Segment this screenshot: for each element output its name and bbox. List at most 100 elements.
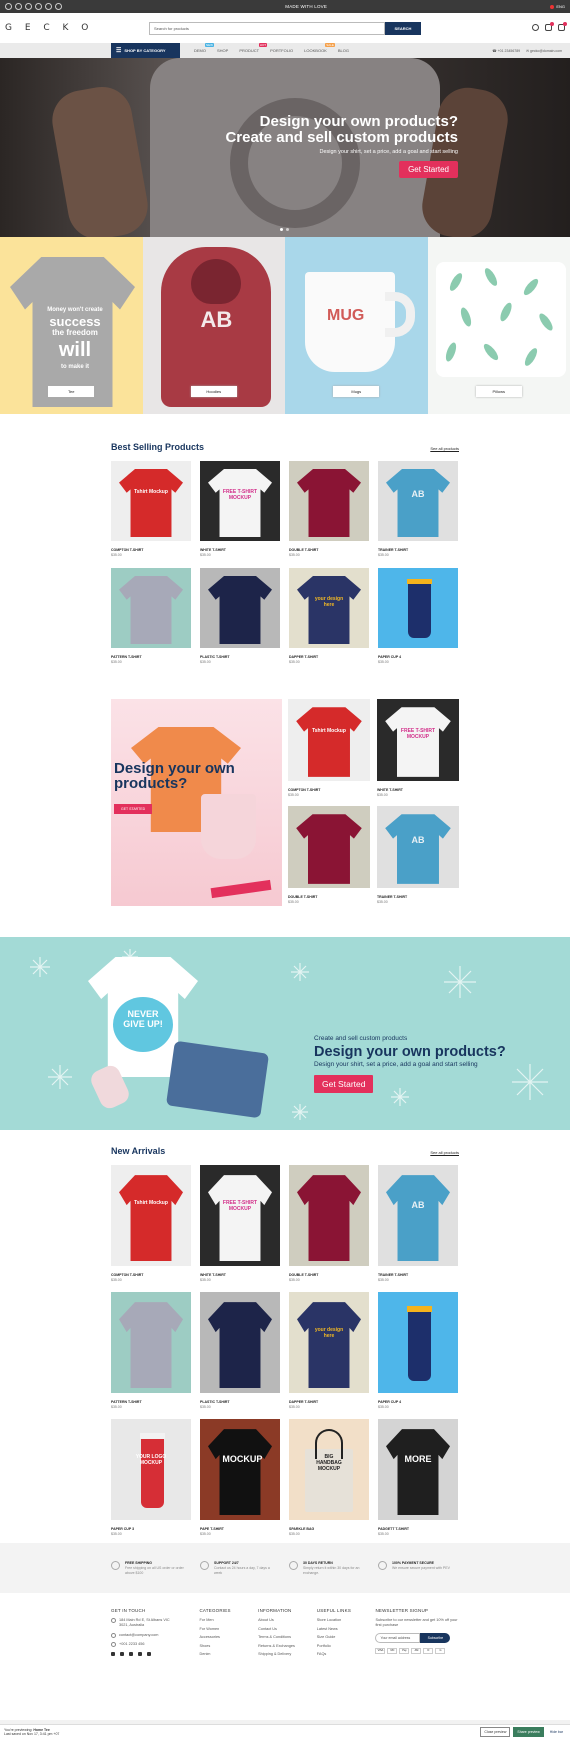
- product-image[interactable]: AB: [378, 461, 458, 541]
- footer-link[interactable]: Latest News: [317, 1627, 376, 1631]
- tumblr-icon[interactable]: [45, 3, 52, 10]
- product-card[interactable]: Tshirt Mockup COMPTON T-SHIRT $35.00: [288, 699, 370, 806]
- footer-link[interactable]: Portfolio: [317, 1644, 376, 1648]
- product-image[interactable]: BIG HANDBAG MOCKUP: [289, 1419, 369, 1520]
- category-card-pillows[interactable]: Pillows: [427, 237, 570, 414]
- category-label[interactable]: Mugs: [333, 386, 380, 397]
- nav-item-lookbook[interactable]: LOOKBOOK SALE: [304, 43, 335, 53]
- product-name[interactable]: PAPER CUP 3: [111, 1527, 191, 1531]
- product-image[interactable]: YOUR LOGO MOCKUP: [111, 1419, 191, 1520]
- product-card[interactable]: AB TRAINER T-SHIRT $35.00: [377, 806, 459, 913]
- category-label[interactable]: Pillows: [475, 386, 522, 397]
- product-image[interactable]: Tshirt Mockup: [111, 461, 191, 541]
- product-name[interactable]: PLASTIC T-SHIRT: [200, 1400, 280, 1404]
- product-image[interactable]: MORE: [378, 1419, 458, 1520]
- facebook-icon[interactable]: [111, 1651, 115, 1656]
- footer-link[interactable]: About Us: [258, 1618, 317, 1622]
- product-name[interactable]: PATTERN T-SHIRT: [111, 1400, 191, 1404]
- nav-item-blog[interactable]: BLOG: [338, 48, 349, 53]
- cart-icon[interactable]: [558, 22, 567, 31]
- product-card[interactable]: MORE PADGETT T-SHIRT $35.00: [378, 1419, 458, 1536]
- footer-email[interactable]: contact@company.com: [111, 1632, 199, 1638]
- product-name[interactable]: PAPER CUP 4: [378, 655, 458, 659]
- product-name[interactable]: DOUBLE T-SHIRT: [288, 895, 370, 899]
- product-name[interactable]: COMPTON T-SHIRT: [111, 548, 191, 552]
- product-card[interactable]: FREE T-SHIRT MOCKUP WHITE T-SHIRT $35.00: [200, 461, 280, 568]
- footer-link[interactable]: Terms & Conditions: [258, 1635, 317, 1639]
- product-name[interactable]: WHITE T-SHIRT: [200, 1273, 280, 1277]
- slider-dot[interactable]: [286, 228, 289, 231]
- search-button[interactable]: SEARCH: [385, 21, 421, 35]
- product-card[interactable]: FREE T-SHIRT MOCKUP WHITE T-SHIRT $35.00: [377, 699, 459, 806]
- product-card[interactable]: PAPER CUP 4 $35.00: [378, 568, 458, 675]
- nav-item-portfolio[interactable]: PORTFOLIO: [270, 48, 293, 53]
- category-card-hoodies[interactable]: AB Hoodies: [142, 237, 285, 414]
- product-name[interactable]: COMPTON T-SHIRT: [288, 788, 370, 792]
- youtube-icon[interactable]: [55, 3, 62, 10]
- product-name[interactable]: DOUBLE T-SHIRT: [289, 548, 369, 552]
- account-icon[interactable]: [532, 24, 539, 31]
- product-image[interactable]: [378, 1292, 458, 1393]
- twitter-icon[interactable]: [15, 3, 22, 10]
- product-name[interactable]: PAPE T-SHIRT: [200, 1527, 280, 1531]
- footer-link[interactable]: FAQs: [317, 1652, 376, 1656]
- instagram-icon[interactable]: [25, 3, 32, 10]
- product-card[interactable]: PAPER CUP 4 $35.00: [378, 1292, 458, 1409]
- product-name[interactable]: PATTERN T-SHIRT: [111, 655, 191, 659]
- category-card-mugs[interactable]: MUG Mugs: [285, 237, 428, 414]
- footer-link[interactable]: Contact Us: [258, 1627, 317, 1631]
- nav-item-product[interactable]: PRODUCT HOT: [239, 43, 268, 53]
- footer-link[interactable]: For Men: [199, 1618, 258, 1622]
- pinterest-icon[interactable]: [138, 1651, 142, 1656]
- product-card[interactable]: AB TRAINER T-SHIRT $35.00: [378, 461, 458, 568]
- promo-banner[interactable]: Design your own products? GET STARTED: [111, 699, 282, 906]
- product-image[interactable]: [289, 461, 369, 541]
- promo-get-started-button[interactable]: GET STARTED: [114, 804, 153, 814]
- footer-link[interactable]: Accessories: [199, 1635, 258, 1639]
- product-card[interactable]: your design here DAPPER T-SHIRT $35.00: [289, 1292, 369, 1409]
- product-name[interactable]: DAPPER T-SHIRT: [289, 1400, 369, 1404]
- product-card[interactable]: PLASTIC T-SHIRT $35.00: [200, 568, 280, 675]
- product-image[interactable]: Tshirt Mockup: [288, 699, 370, 781]
- pinterest-icon[interactable]: [35, 3, 42, 10]
- product-name[interactable]: DAPPER T-SHIRT: [289, 655, 369, 659]
- newsletter-email-input[interactable]: Your email address: [375, 1632, 421, 1643]
- product-card[interactable]: your design here DAPPER T-SHIRT $35.00: [289, 568, 369, 675]
- product-image[interactable]: Tshirt Mockup: [111, 1165, 191, 1266]
- close-preview-button[interactable]: Close preview: [480, 1727, 511, 1737]
- footer-link[interactable]: Returns & Exchanges: [258, 1644, 317, 1648]
- see-all-link[interactable]: See all products: [430, 1150, 459, 1155]
- footer-link[interactable]: Shoes: [199, 1644, 258, 1648]
- footer-link[interactable]: For Women: [199, 1627, 258, 1631]
- footer-link[interactable]: Shipping & Delivery: [258, 1652, 317, 1656]
- footer-link[interactable]: Size Guide: [317, 1635, 376, 1639]
- product-name[interactable]: PAPER CUP 4: [378, 1400, 458, 1404]
- product-image[interactable]: [288, 806, 370, 888]
- category-label[interactable]: Tee: [48, 386, 95, 397]
- product-image[interactable]: [378, 568, 458, 648]
- product-image[interactable]: your design here: [289, 568, 369, 648]
- product-card[interactable]: MOCKUP PAPE T-SHIRT $35.00: [200, 1419, 280, 1536]
- product-image[interactable]: FREE T-SHIRT MOCKUP: [200, 1165, 280, 1266]
- product-name[interactable]: PLASTIC T-SHIRT: [200, 655, 280, 659]
- youtube-icon[interactable]: [147, 1651, 151, 1656]
- share-preview-button[interactable]: Share preview: [513, 1727, 544, 1737]
- see-all-link[interactable]: See all products: [430, 446, 459, 451]
- footer-phone[interactable]: +001 2233 456: [111, 1642, 199, 1647]
- hide-bar-button[interactable]: Hide bar: [547, 1728, 566, 1736]
- product-name[interactable]: DOUBLE T-SHIRT: [289, 1273, 369, 1277]
- subscribe-button[interactable]: Subscribe: [420, 1632, 451, 1643]
- banner-get-started-button[interactable]: Get Started: [314, 1075, 374, 1093]
- slider-dot[interactable]: [280, 228, 283, 231]
- product-card[interactable]: YOUR LOGO MOCKUP PAPER CUP 3 $35.00: [111, 1419, 191, 1536]
- product-card[interactable]: PATTERN T-SHIRT $35.00: [111, 1292, 191, 1409]
- hero-get-started-button[interactable]: Get Started: [399, 161, 458, 178]
- footer-link[interactable]: Store Location: [317, 1618, 376, 1622]
- logo[interactable]: G E C K O: [5, 23, 145, 33]
- product-image[interactable]: [289, 1165, 369, 1266]
- search-input[interactable]: Search for products: [149, 21, 385, 35]
- category-card-tee[interactable]: Money won't create success the freedom w…: [0, 237, 143, 414]
- product-name[interactable]: TRAINER T-SHIRT: [377, 895, 459, 899]
- product-image[interactable]: FREE T-SHIRT MOCKUP: [377, 699, 459, 781]
- footer-link[interactable]: Denim: [199, 1652, 258, 1656]
